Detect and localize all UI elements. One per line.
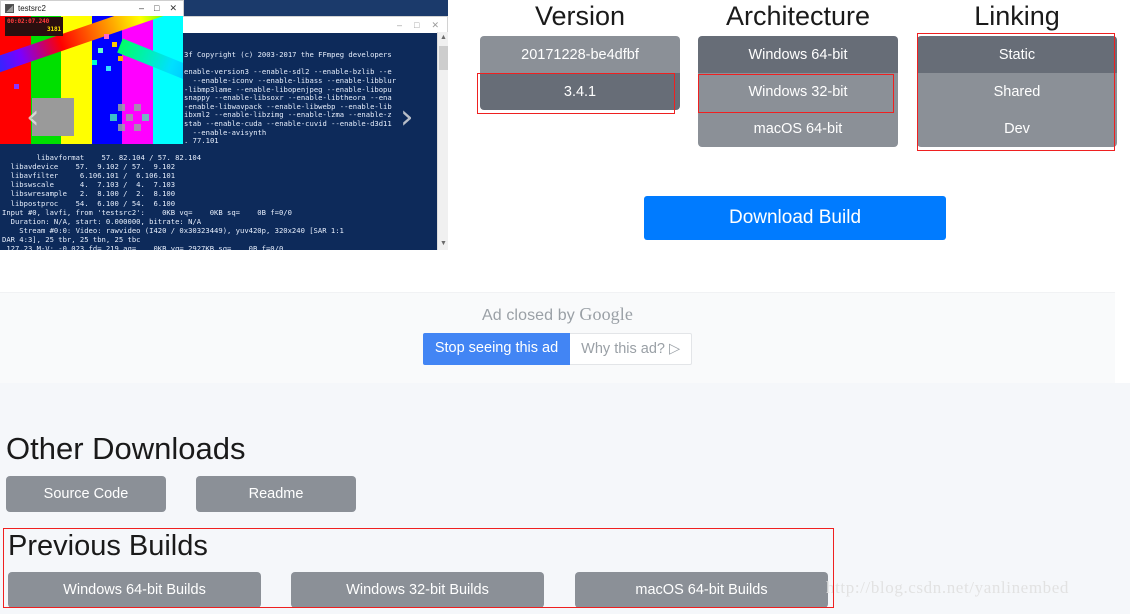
windows-64-builds-button[interactable]: Windows 64-bit Builds xyxy=(8,572,261,608)
selector-column-linking: Linking Static Shared Dev xyxy=(917,0,1117,147)
readme-button[interactable]: Readme xyxy=(196,476,356,512)
column-title-version: Version xyxy=(534,1,626,31)
linking-option-group: Static Shared Dev xyxy=(917,36,1117,147)
video-window-title: testsrc2 xyxy=(18,4,47,13)
google-brand: Google xyxy=(579,304,633,324)
video-maximize-icon[interactable]: □ xyxy=(154,4,159,13)
timestamp-value: 00:02:07.240 xyxy=(7,18,50,25)
version-option-341[interactable]: 3.4.1 xyxy=(480,73,680,110)
build-selector-panel: Version 20171228-be4dfbf 3.4.1 Architect… xyxy=(460,0,1130,260)
windows-32-builds-button[interactable]: Windows 32-bit Builds xyxy=(291,572,544,608)
scroll-up-icon[interactable]: ▲ xyxy=(438,32,448,44)
arch-option-win64[interactable]: Windows 64-bit xyxy=(698,36,898,73)
console-window-titlebar: – □ ✕ xyxy=(182,16,448,33)
app-icon xyxy=(5,4,14,13)
ad-closed-label: Ad closed by Google xyxy=(0,304,1115,325)
linking-option-dev[interactable]: Dev xyxy=(917,110,1117,147)
selector-column-architecture: Architecture Windows 64-bit Windows 32-b… xyxy=(698,0,898,147)
timestamp-overlay: 00:02:07.240 3181 xyxy=(5,17,63,36)
console-maximize-icon[interactable]: □ xyxy=(414,20,419,30)
console-close-icon[interactable]: ✕ xyxy=(431,20,439,30)
other-downloads-heading: Other Downloads xyxy=(6,431,246,466)
ad-action-buttons: Stop seeing this ad Why this ad? ▷ xyxy=(422,333,693,365)
architecture-option-group: Windows 64-bit Windows 32-bit macOS 64-b… xyxy=(698,36,898,147)
google-ad-band: Ad closed by Google Stop seeing this ad … xyxy=(0,292,1115,383)
video-minimize-icon[interactable]: – xyxy=(139,4,144,13)
previous-builds-heading: Previous Builds xyxy=(8,530,208,562)
column-title-architecture: Architecture xyxy=(725,1,871,31)
carousel-prev-arrow-icon[interactable]: ‹ xyxy=(26,100,40,134)
watermark-text: http://blog.csdn.net/yanlinembed xyxy=(826,578,1069,597)
console-scrollbar[interactable]: ▲ ▼ xyxy=(437,32,448,250)
version-option-group: 20171228-be4dfbf 3.4.1 xyxy=(480,36,680,110)
stop-seeing-ad-button[interactable]: Stop seeing this ad xyxy=(422,333,571,365)
linking-option-static[interactable]: Static xyxy=(917,36,1117,73)
frame-value: 3181 xyxy=(46,26,61,33)
console-text-lower: libavformat 57. 82.104 / 57. 82.104 liba… xyxy=(2,153,344,250)
source-code-button[interactable]: Source Code xyxy=(6,476,166,512)
ad-closed-text: Ad closed by xyxy=(482,307,575,324)
video-close-icon[interactable]: ✕ xyxy=(169,4,177,13)
download-build-button[interactable]: Download Build xyxy=(644,196,946,240)
arch-option-macos64[interactable]: macOS 64-bit xyxy=(698,110,898,147)
scroll-down-icon[interactable]: ▼ xyxy=(438,238,448,250)
arch-option-win32[interactable]: Windows 32-bit xyxy=(698,73,898,110)
video-window-titlebar: testsrc2 – □ ✕ xyxy=(0,0,184,16)
why-this-ad-button[interactable]: Why this ad? ▷ xyxy=(570,333,693,365)
scrollbar-thumb[interactable] xyxy=(439,46,448,70)
console-output-lower: libavformat 57. 82.104 / 57. 82.104 liba… xyxy=(0,144,448,250)
ad-banner-image[interactable]: – □ ✕ 3f Copyright (c) 2003-2017 the FFm… xyxy=(0,0,448,250)
carousel-next-arrow-icon[interactable]: › xyxy=(400,100,414,134)
page-root: – □ ✕ 3f Copyright (c) 2003-2017 the FFm… xyxy=(0,0,1130,614)
version-option-20171228[interactable]: 20171228-be4dfbf xyxy=(480,36,680,73)
macos-64-builds-button[interactable]: macOS 64-bit Builds xyxy=(575,572,828,608)
console-minimize-icon[interactable]: – xyxy=(397,20,402,30)
selector-column-version: Version 20171228-be4dfbf 3.4.1 xyxy=(480,0,680,110)
download-button-wrap: Download Build xyxy=(460,196,1130,240)
linking-option-shared[interactable]: Shared xyxy=(917,73,1117,110)
column-title-linking: Linking xyxy=(974,1,1060,31)
